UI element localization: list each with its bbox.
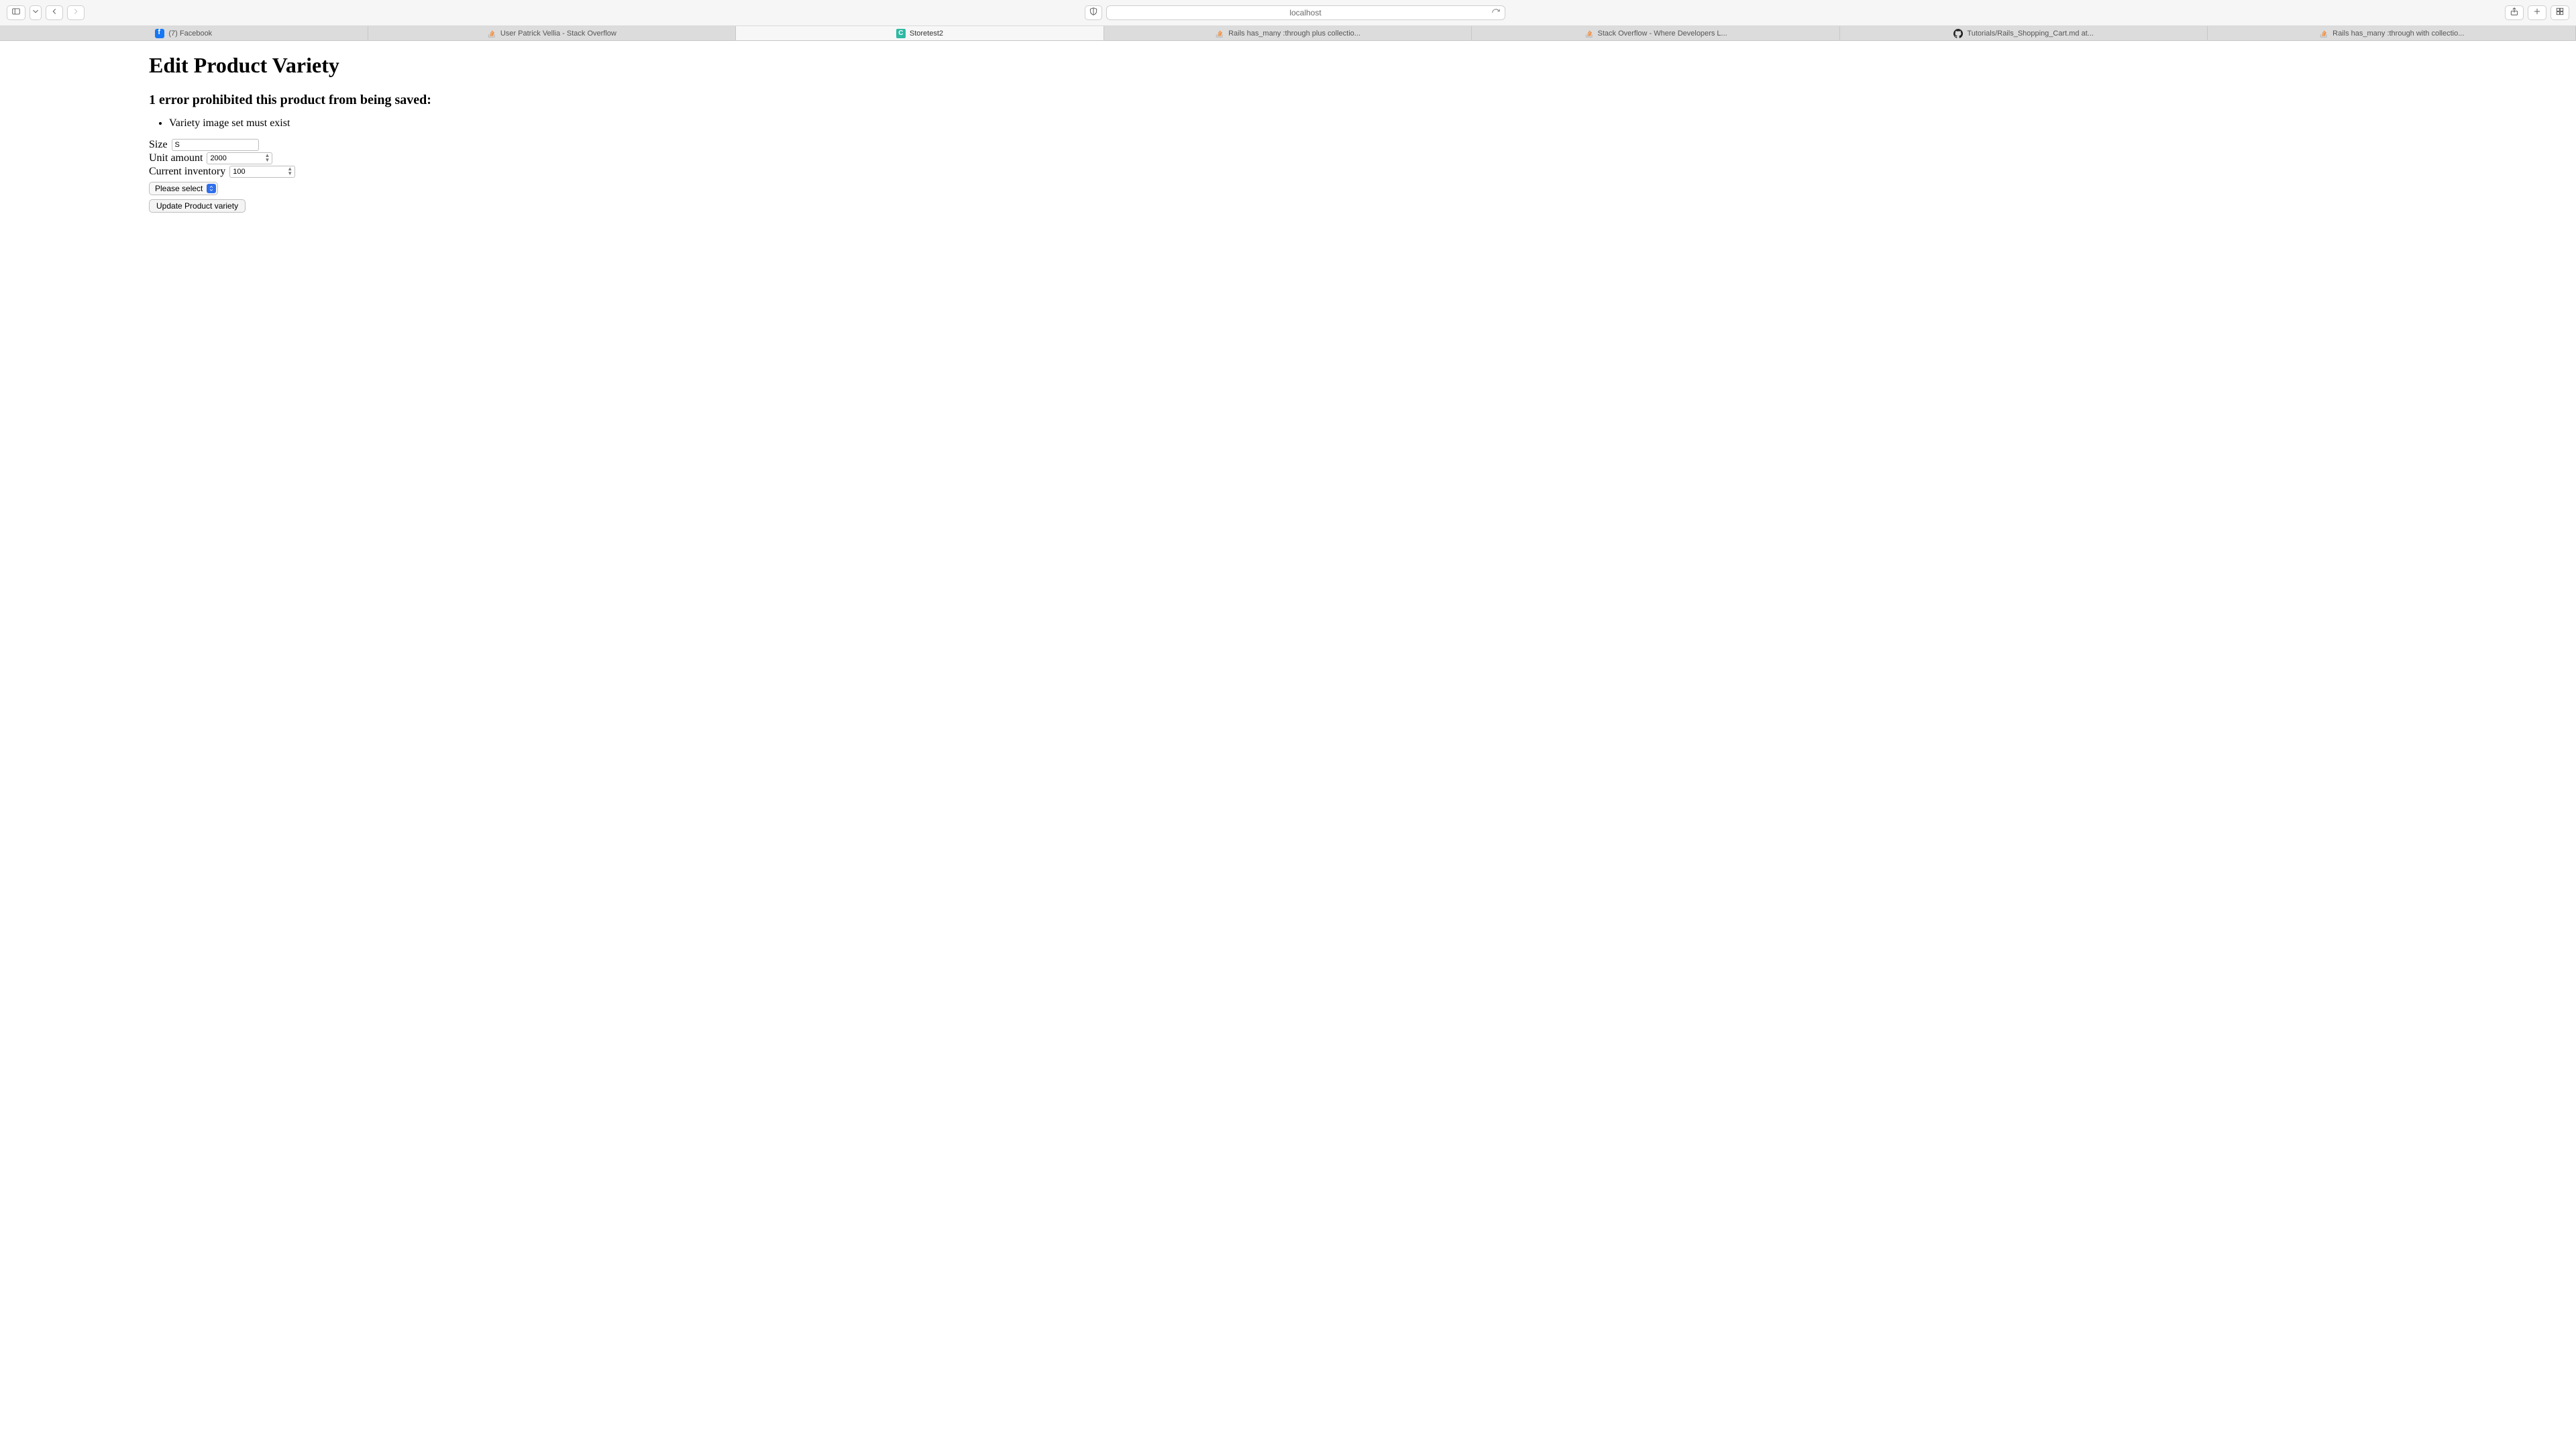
grid-icon <box>2555 7 2565 19</box>
unit-amount-label: Unit amount <box>149 152 203 164</box>
stackoverflow-icon <box>1215 29 1224 38</box>
stepper-down-icon: ▼ <box>286 171 294 176</box>
toggle-sidebar-button[interactable] <box>7 5 25 20</box>
current-inventory-row: Current inventory ▲ ▼ <box>149 166 820 178</box>
error-list: Variety image set must exist <box>169 117 820 129</box>
address-text: localhost <box>1289 8 1321 17</box>
forward-button[interactable] <box>67 5 85 20</box>
new-tab-button[interactable] <box>2528 5 2546 20</box>
address-bar[interactable]: localhost <box>1106 5 1505 20</box>
tab-label: User Patrick Vellia - Stack Overflow <box>500 30 616 38</box>
tab-user-patrick-vellia[interactable]: User Patrick Vellia - Stack Overflow <box>368 26 737 40</box>
page-title: Edit Product Variety <box>149 53 820 78</box>
tab-strip: (7) Facebook User Patrick Vellia - Stack… <box>0 26 2576 41</box>
facebook-icon <box>155 29 164 38</box>
tab-facebook[interactable]: (7) Facebook <box>0 26 368 40</box>
tab-storetest2[interactable]: C Storetest2 <box>736 26 1104 40</box>
stackoverflow-icon <box>487 29 496 38</box>
tab-label: Storetest2 <box>910 30 943 38</box>
size-input[interactable] <box>172 139 259 151</box>
share-button[interactable] <box>2505 5 2524 20</box>
browser-toolbar: localhost <box>0 0 2576 26</box>
select-chevrons-icon <box>207 184 216 193</box>
github-icon <box>1953 29 1963 38</box>
privacy-report-button[interactable] <box>1085 5 1102 20</box>
tab-rails-through-with[interactable]: Rails has_many :through with collectio..… <box>2208 26 2576 40</box>
reload-icon[interactable] <box>1491 8 1501 17</box>
error-heading: 1 error prohibited this product from bei… <box>149 93 820 108</box>
plus-icon <box>2532 7 2542 19</box>
stackoverflow-icon <box>1585 29 1594 38</box>
sidebar-dropdown-button[interactable] <box>30 5 42 20</box>
image-set-select[interactable]: Please select <box>149 182 218 195</box>
tab-github-tutorials[interactable]: Tutorials/Rails_Shopping_Cart.md at... <box>1840 26 2208 40</box>
current-inventory-stepper[interactable]: ▲ ▼ <box>286 166 294 176</box>
nav-buttons <box>46 5 85 20</box>
share-icon <box>2510 7 2519 19</box>
chevron-right-icon <box>71 7 80 19</box>
tab-label: Tutorials/Rails_Shopping_Cart.md at... <box>1967 30 2094 38</box>
chevron-down-icon <box>31 7 40 19</box>
right-toolbar-buttons <box>2505 5 2569 20</box>
tab-rails-through-plus[interactable]: Rails has_many :through plus collectio..… <box>1104 26 1472 40</box>
stepper-down-icon: ▼ <box>263 158 271 162</box>
unit-amount-row: Unit amount ▲ ▼ <box>149 152 820 164</box>
page-content: Edit Product Variety 1 error prohibited … <box>0 41 2576 213</box>
toolbar-center: localhost <box>89 5 2501 20</box>
chevron-left-icon <box>50 7 59 19</box>
tab-label: Stack Overflow - Where Developers L... <box>1598 30 1727 38</box>
stackoverflow-icon <box>2319 29 2328 38</box>
sidebar-icon <box>11 7 21 19</box>
tab-label: Rails has_many :through with collectio..… <box>2332 30 2464 38</box>
tab-label: (7) Facebook <box>168 30 212 38</box>
size-row: Size <box>149 139 820 151</box>
tab-stackoverflow-home[interactable]: Stack Overflow - Where Developers L... <box>1472 26 1840 40</box>
tab-overview-button[interactable] <box>2551 5 2569 20</box>
size-label: Size <box>149 139 168 151</box>
select-placeholder: Please select <box>155 184 203 193</box>
sidebar-buttons <box>7 5 42 20</box>
tab-label: Rails has_many :through plus collectio..… <box>1228 30 1360 38</box>
unit-amount-stepper[interactable]: ▲ ▼ <box>263 153 271 162</box>
error-item: Variety image set must exist <box>169 117 820 129</box>
store-icon: C <box>896 29 906 38</box>
current-inventory-label: Current inventory <box>149 166 225 178</box>
shield-icon <box>1089 7 1098 19</box>
update-product-variety-button[interactable]: Update Product variety <box>149 199 246 213</box>
back-button[interactable] <box>46 5 63 20</box>
